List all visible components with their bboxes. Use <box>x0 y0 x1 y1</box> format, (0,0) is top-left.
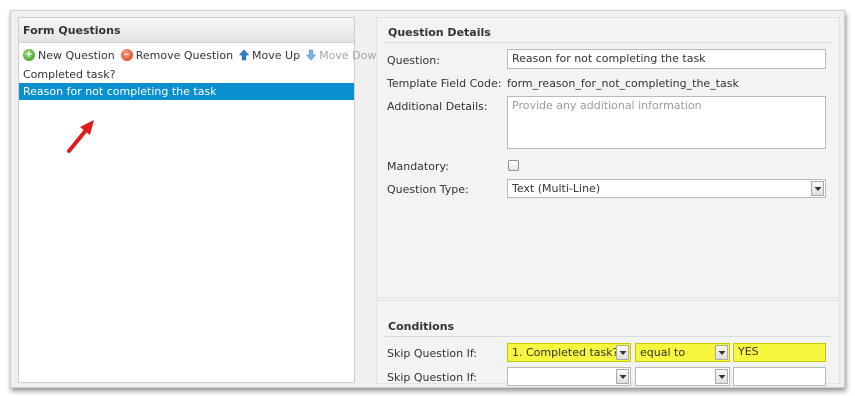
questions-toolbar: + New Question – Remove Question Move Up… <box>19 45 383 65</box>
question-details-panel: Question Details Question: Reason for no… <box>376 17 840 298</box>
questions-list: Completed task? Reason for not completin… <box>19 66 354 100</box>
remove-question-label: Remove Question <box>135 48 234 62</box>
conditions-panel: Conditions Skip Question If: 1. Complete… <box>376 300 840 386</box>
add-circle-icon: + <box>23 49 35 61</box>
question-input[interactable]: Reason for not completing the task <box>507 49 826 69</box>
condition-value-input[interactable]: YES <box>733 343 826 362</box>
question-list-item-selected[interactable]: Reason for not completing the task <box>19 83 354 100</box>
question-list-item[interactable]: Completed task? <box>19 66 354 83</box>
question-details-title: Question Details <box>388 26 491 39</box>
arrow-up-icon <box>239 49 250 61</box>
condition-value-input[interactable] <box>733 367 826 386</box>
form-editor-window: Form Questions + New Question – Remove Q… <box>10 10 845 388</box>
form-questions-header: Form Questions <box>19 18 354 43</box>
condition-operator-select[interactable]: equal to <box>635 343 730 362</box>
divider <box>385 42 831 43</box>
annotation-arrow-icon <box>67 120 94 153</box>
divider <box>385 336 831 337</box>
additional-details-textarea[interactable]: Provide any additional information <box>507 96 826 149</box>
template-field-code-value: form_reason_for_not_completing_the_task <box>507 77 739 90</box>
new-question-button[interactable]: + New Question <box>23 49 115 62</box>
question-type-value: Text (Multi-Line) <box>512 182 601 195</box>
move-up-button[interactable]: Move Up <box>239 49 300 62</box>
question-type-select[interactable]: Text (Multi-Line) <box>507 179 826 198</box>
chevron-down-icon[interactable] <box>715 345 728 360</box>
question-type-label: Question Type: <box>387 183 469 196</box>
chevron-down-icon[interactable] <box>616 345 629 360</box>
mandatory-label: Mandatory: <box>387 160 449 173</box>
remove-circle-icon: – <box>120 49 133 61</box>
condition-operator-select[interactable] <box>635 367 730 386</box>
skip-question-if-label: Skip Question If: <box>387 347 478 360</box>
chevron-down-icon[interactable] <box>811 181 824 196</box>
move-down-label: Move Down <box>319 48 384 62</box>
move-down-button[interactable]: Move Down <box>306 49 383 62</box>
template-field-code-label: Template Field Code: <box>387 77 502 90</box>
form-questions-panel: Form Questions + New Question – Remove Q… <box>18 17 383 383</box>
chevron-down-icon[interactable] <box>616 369 629 384</box>
question-label: Question: <box>387 54 440 67</box>
remove-question-button[interactable]: – Remove Question <box>120 48 234 62</box>
condition-question-select[interactable] <box>507 367 631 386</box>
condition-operator-value: equal to <box>640 346 686 359</box>
move-up-label: Move Up <box>252 48 301 62</box>
mandatory-checkbox[interactable] <box>508 160 519 171</box>
additional-details-label: Additional Details: <box>387 100 488 113</box>
chevron-down-icon[interactable] <box>715 369 728 384</box>
condition-question-value: 1. Completed task? <box>512 346 619 359</box>
new-question-label: New Question <box>38 48 115 62</box>
arrow-down-icon <box>306 49 317 61</box>
conditions-title: Conditions <box>388 320 455 333</box>
condition-question-select[interactable]: 1. Completed task? <box>507 343 631 362</box>
skip-question-if-label: Skip Question If: <box>387 371 478 384</box>
